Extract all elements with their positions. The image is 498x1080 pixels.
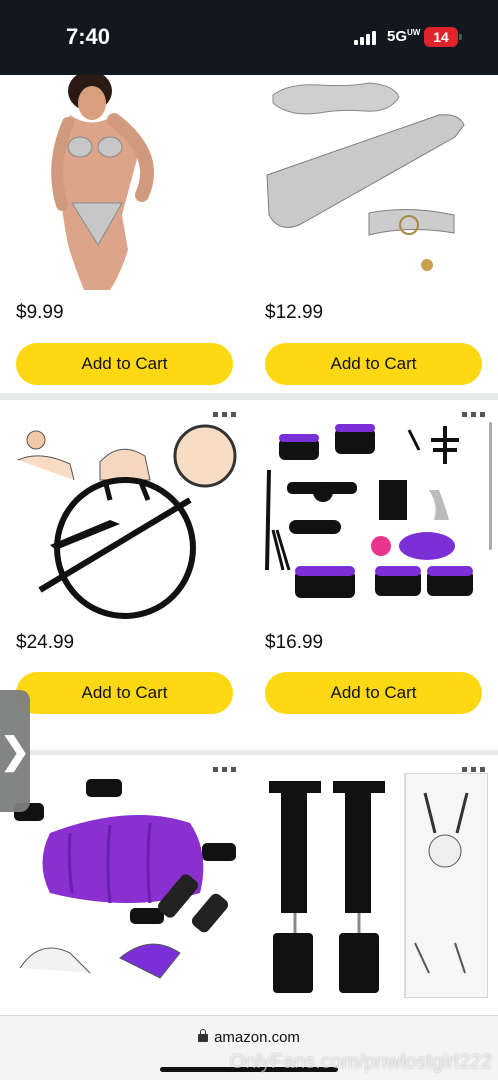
add-to-cart-button[interactable]: Add to Cart	[16, 672, 233, 714]
product-card[interactable]: $16.99 Add to Cart	[249, 400, 498, 750]
product-price: $9.99	[16, 302, 64, 323]
add-to-cart-button[interactable]: Add to Cart	[16, 343, 233, 385]
product-row: $9.99 Add to Cart $12.99 Add to Cart	[0, 75, 498, 393]
product-image[interactable]	[259, 75, 488, 290]
product-image[interactable]	[259, 773, 488, 998]
product-card[interactable]: $24.99 Add to Cart	[0, 400, 249, 750]
status-bar: 7:40 5GUW 14	[0, 0, 498, 75]
product-price: $16.99	[265, 632, 324, 653]
product-image[interactable]	[10, 773, 239, 998]
product-row	[0, 755, 498, 1015]
scrollbar[interactable]	[489, 422, 492, 550]
chevron-right-icon[interactable]: ❯	[0, 690, 30, 812]
product-image[interactable]	[10, 420, 239, 620]
battery-icon: 14	[424, 27, 462, 47]
watermark-text: OnlyFans.com/pnwlostgirl222	[229, 1051, 492, 1073]
product-card[interactable]: $12.99 Add to Cart	[249, 75, 498, 393]
product-row: $24.99 Add to Cart $16.99 Add to Cart	[0, 400, 498, 750]
product-grid: $9.99 Add to Cart $12.99 Add to Cart $24…	[0, 75, 498, 1015]
product-image[interactable]	[10, 75, 239, 290]
status-time: 7:40	[66, 24, 111, 49]
product-price: $24.99	[16, 632, 75, 653]
product-image[interactable]	[259, 420, 488, 620]
url-display[interactable]: amazon.com	[0, 1029, 498, 1046]
lock-icon	[198, 1029, 209, 1042]
product-card[interactable]	[0, 755, 249, 1015]
add-to-cart-button[interactable]: Add to Cart	[265, 343, 482, 385]
product-price: $12.99	[265, 302, 324, 323]
network-sup: UW	[407, 28, 421, 37]
product-card[interactable]	[249, 755, 498, 1015]
ellipsis-icon[interactable]	[213, 412, 237, 418]
url-domain: amazon.com	[214, 1029, 300, 1046]
add-to-cart-button[interactable]: Add to Cart	[265, 672, 482, 714]
network-label: 5G	[387, 28, 408, 45]
network-indicator: 5GUW	[387, 28, 420, 45]
ellipsis-icon[interactable]	[462, 412, 486, 418]
signal-icon	[354, 31, 378, 45]
product-card[interactable]: $9.99 Add to Cart	[0, 75, 249, 393]
